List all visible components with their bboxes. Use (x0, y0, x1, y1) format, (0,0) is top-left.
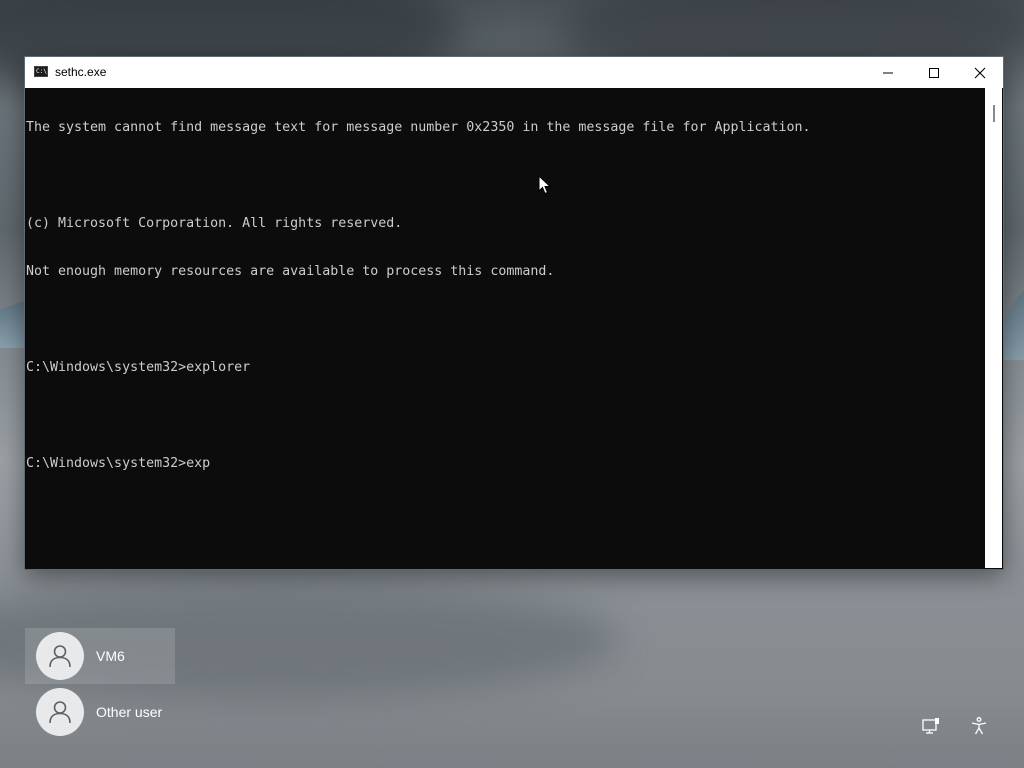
background-mountain (0, 300, 26, 348)
console-line: The system cannot find message text for … (26, 120, 811, 135)
avatar (36, 632, 84, 680)
console-output[interactable]: The system cannot find message text for … (26, 88, 984, 567)
network-button[interactable] (919, 714, 943, 738)
close-icon (974, 67, 986, 78)
accessibility-icon (971, 717, 987, 735)
background-mountain (1003, 290, 1024, 360)
accessibility-button[interactable] (967, 714, 991, 738)
console-prompt-line[interactable]: C:\Windows\system32>exp (26, 456, 984, 472)
user-name: VM6 (96, 648, 125, 664)
minimize-icon (883, 72, 893, 73)
window-title: sethc.exe (55, 65, 107, 79)
close-button[interactable] (957, 57, 1003, 88)
window-titlebar[interactable]: C:\ sethc.exe (25, 57, 1003, 88)
console-line: C:\Windows\system32>explorer (26, 360, 251, 375)
user-tile-vm6[interactable]: VM6 (25, 628, 175, 684)
user-tile-other-user[interactable]: Other user (25, 684, 175, 740)
maximize-icon (929, 67, 939, 78)
lock-screen: C:\ sethc.exe The system cannot find mes… (0, 0, 1024, 768)
maximize-button[interactable] (911, 57, 957, 88)
scrollbar-thumb[interactable] (993, 105, 995, 122)
minimize-button[interactable] (865, 57, 911, 88)
user-avatar-icon (49, 645, 71, 668)
vertical-scrollbar[interactable] (985, 88, 1002, 568)
console-window[interactable]: C:\ sethc.exe The system cannot find mes… (25, 57, 1003, 569)
user-avatar-icon (49, 701, 71, 724)
network-icon (922, 718, 939, 734)
cmd-console-icon: C:\ (34, 66, 48, 77)
mouse-pointer-icon (538, 175, 552, 195)
console-line: Not enough memory resources are availabl… (26, 264, 555, 279)
user-name: Other user (96, 704, 163, 720)
avatar (36, 688, 84, 736)
console-line: (c) Microsoft Corporation. All rights re… (26, 216, 403, 231)
